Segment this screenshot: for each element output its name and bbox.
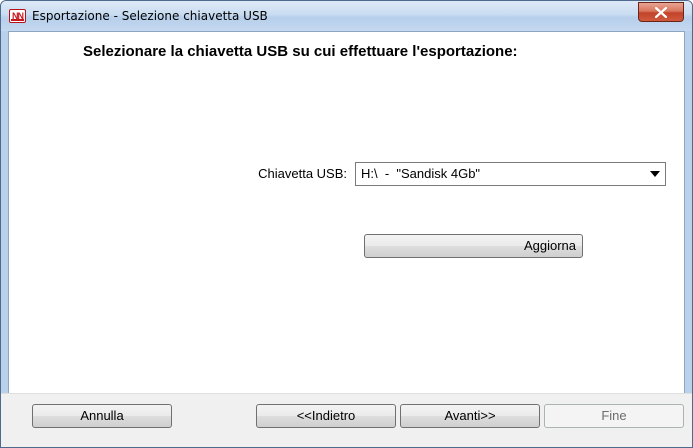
usb-drive-select[interactable]: H:\ - "Sandisk 4Gb" (355, 162, 666, 186)
finish-button[interactable]: Fine (544, 404, 684, 428)
usb-drive-label: Chiavetta USB: (258, 166, 347, 181)
dialog-window: NN Esportazione - Selezione chiavetta US… (0, 0, 693, 448)
window-title: Esportazione - Selezione chiavetta USB (32, 9, 268, 23)
content-panel (8, 31, 685, 411)
next-button[interactable]: Avanti>> (400, 404, 540, 428)
usb-drive-selected-value: H:\ - "Sandisk 4Gb" (361, 166, 481, 181)
cancel-button[interactable]: Annulla (32, 404, 172, 428)
chevron-down-icon (650, 171, 660, 177)
refresh-button[interactable]: Aggiorna (364, 234, 583, 258)
close-button[interactable] (638, 2, 684, 22)
back-button[interactable]: <<Indietro (256, 404, 396, 428)
page-heading: Selezionare la chiavetta USB su cui effe… (83, 43, 518, 60)
title-bar[interactable]: NN Esportazione - Selezione chiavetta US… (1, 1, 692, 31)
close-icon (655, 6, 667, 18)
app-icon: NN (9, 9, 26, 23)
